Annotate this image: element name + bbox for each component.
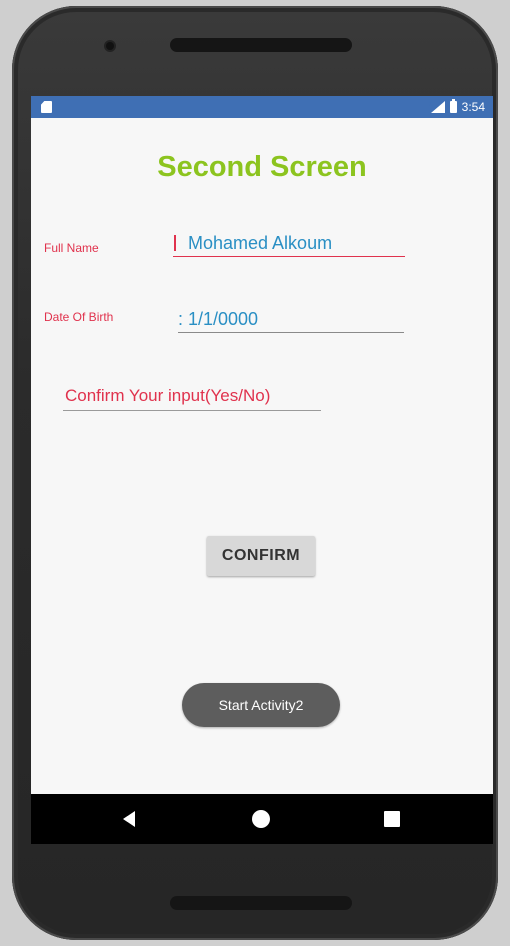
start-activity-button[interactable]: Start Activity2 (182, 683, 340, 727)
front-camera (106, 42, 114, 50)
app-screen: 3:54 Second Screen Full Name Mohamed Alk… (31, 96, 493, 844)
status-time: 3:54 (461, 100, 485, 114)
bottom-speaker (170, 896, 352, 910)
battery-icon (449, 99, 457, 113)
home-icon[interactable] (252, 810, 270, 828)
full-name-label: Full Name (44, 241, 99, 255)
text-cursor (174, 235, 176, 251)
sd-card-icon (41, 101, 52, 113)
full-name-field[interactable]: Mohamed Alkoum (173, 232, 405, 257)
date-of-birth-field[interactable]: : 1/1/0000 (178, 308, 404, 333)
navigation-bar (31, 794, 493, 844)
date-of-birth-label: Date Of Birth (44, 310, 114, 324)
recents-icon[interactable] (384, 811, 400, 827)
signal-icon (429, 99, 445, 113)
confirm-input-field[interactable]: Confirm Your input(Yes/No) (63, 386, 321, 411)
page-title: Second Screen (157, 151, 367, 183)
full-name-value: Mohamed Alkoum (188, 233, 333, 253)
top-speaker (170, 38, 352, 52)
date-of-birth-value: : 1/1/0000 (178, 309, 259, 329)
status-bar: 3:54 (31, 96, 493, 118)
back-icon[interactable] (123, 811, 135, 827)
confirm-button[interactable]: CONFIRM (207, 536, 315, 576)
